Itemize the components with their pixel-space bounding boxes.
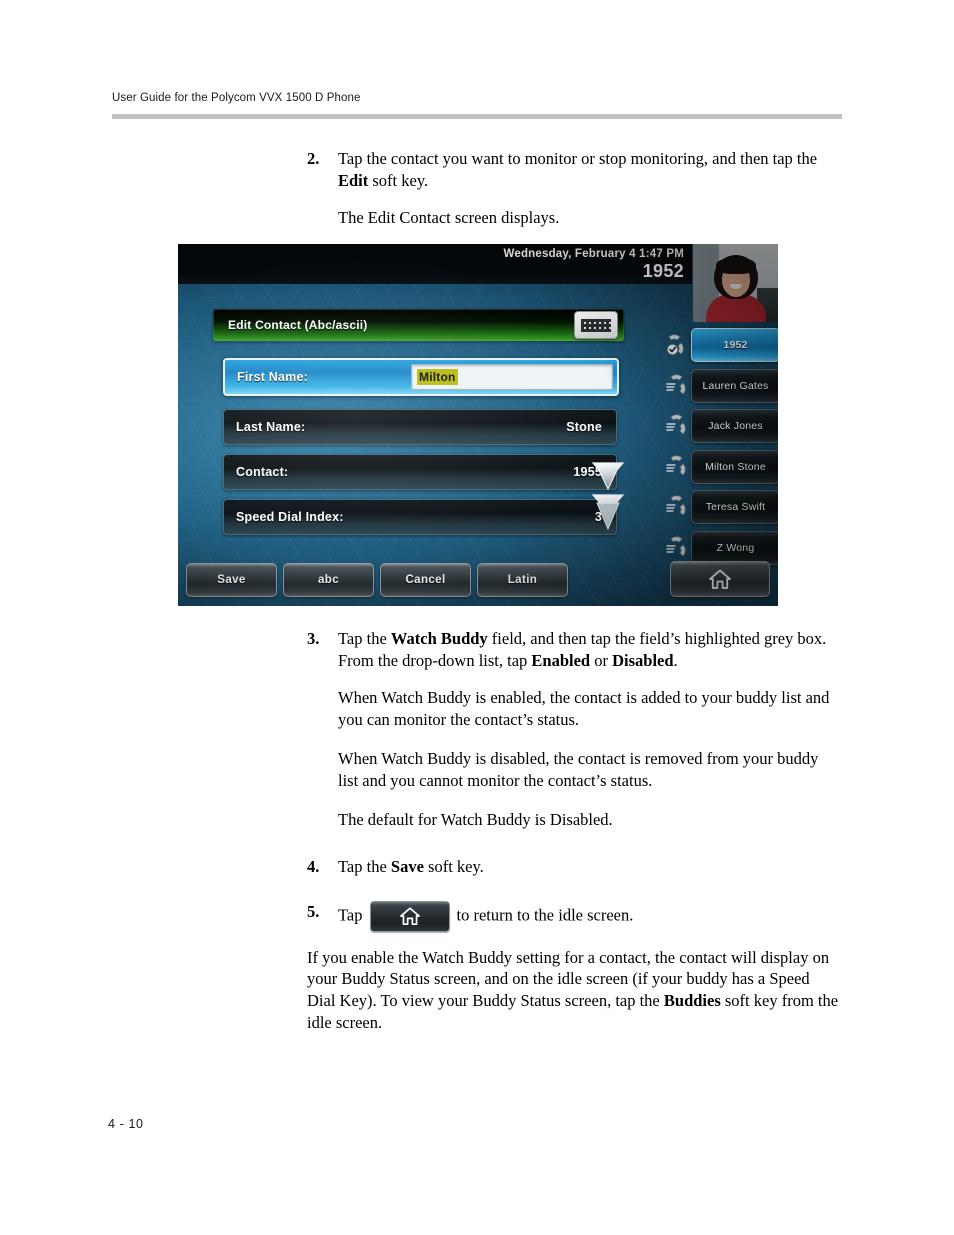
step-3-text-1: Tap the bbox=[338, 629, 391, 648]
step-4-number: 4. bbox=[307, 856, 320, 876]
handset-icon bbox=[666, 535, 686, 556]
self-view-video-thumbnail[interactable] bbox=[692, 244, 778, 322]
page-footer-number: 4 - 10 bbox=[108, 1117, 144, 1131]
status-extension: 1952 bbox=[642, 261, 684, 281]
step-3-number: 3. bbox=[307, 629, 320, 648]
field-first-name-label: First Name: bbox=[237, 370, 308, 384]
running-header: User Guide for the Polycom VVX 1500 D Ph… bbox=[112, 92, 842, 104]
soft-key-save[interactable]: Save bbox=[186, 563, 277, 597]
step-3-para-3: The default for Watch Buddy is Disabled. bbox=[338, 809, 613, 829]
step-2-body: Tap the contact you want to monitor or s… bbox=[338, 148, 842, 192]
soft-key-abc[interactable]: abc bbox=[283, 563, 374, 597]
status-date-time: Wednesday, February 4 1:47 PM bbox=[503, 248, 684, 260]
video-person-bangs bbox=[716, 257, 756, 274]
speed-dial-key-jack-jones[interactable]: Jack Jones bbox=[691, 409, 778, 443]
field-last-name-label: Last Name: bbox=[236, 420, 306, 434]
handset-icon bbox=[666, 414, 686, 435]
running-header-text: User Guide for the Polycom VVX 1500 D Ph… bbox=[112, 92, 361, 104]
speed-dial-key-lauren-gates[interactable]: Lauren Gates bbox=[691, 368, 778, 403]
inline-home-key-graphic bbox=[369, 900, 450, 932]
step-5-text-1: Tap bbox=[338, 904, 363, 924]
soft-key-label: Latin bbox=[507, 574, 538, 586]
speed-dial-label: Milton Stone bbox=[705, 460, 766, 473]
step-3-para-2: When Watch Buddy is disabled, the contac… bbox=[338, 748, 819, 790]
handset-icon bbox=[666, 495, 686, 516]
phone-status-bar: Wednesday, February 4 1:47 PM 1952 bbox=[178, 244, 693, 284]
page-content: 2. Tap the contact you want to monitor o… bbox=[307, 148, 842, 237]
soft-key-latin[interactable]: Latin bbox=[477, 563, 568, 597]
soft-key-bar: Save abc Cancel Latin bbox=[186, 563, 568, 597]
step-4-bold-save: Save bbox=[390, 856, 424, 876]
speed-dial-key-z-wong[interactable]: Z Wong bbox=[691, 530, 778, 565]
step-3-para-1: When Watch Buddy is enabled, the contact… bbox=[338, 687, 830, 729]
step-5-number: 5. bbox=[307, 901, 320, 921]
step-5: 5. Tap to return to the idle screen. bbox=[307, 900, 842, 932]
handset-icon bbox=[666, 454, 686, 475]
field-contact-label: Contact: bbox=[236, 465, 289, 479]
speed-dial-buddy-list: 1952 Lauren Gates Jack Jones Milton Ston… bbox=[663, 326, 778, 569]
step-2-text-2: soft key. bbox=[368, 170, 429, 190]
step-4: 4. Tap the Save soft key. bbox=[307, 856, 842, 878]
page-content-lower: 3. Tap the Watch Buddy field, and then t… bbox=[307, 628, 842, 1042]
keyboard-icon[interactable] bbox=[574, 311, 618, 339]
home-icon bbox=[709, 569, 731, 589]
closing-bold-buddies: Buddies bbox=[663, 991, 721, 1011]
field-last-name[interactable]: Last Name: Stone bbox=[223, 409, 617, 445]
step-3-text-3: or bbox=[590, 650, 613, 670]
step-4-text-1: Tap the bbox=[338, 856, 391, 876]
field-last-name-value: Stone bbox=[566, 420, 602, 434]
step-3-bold-watch-buddy: Watch Buddy bbox=[390, 629, 488, 648]
edit-contact-title-bar: Edit Contact (Abc/ascii) bbox=[213, 309, 624, 341]
field-first-name-value: Milton bbox=[417, 369, 458, 385]
soft-key-label: Save bbox=[217, 574, 246, 586]
speed-dial-label: Teresa Swift bbox=[705, 501, 766, 513]
scroll-down-arrows-glyph bbox=[591, 462, 625, 531]
step-2-text-1: Tap the contact you want to monitor or s… bbox=[338, 149, 818, 168]
step-2-bold-edit: Edit bbox=[338, 170, 369, 190]
step-4-text-2: soft key. bbox=[423, 856, 484, 876]
step-5-text-2: to return to the idle screen. bbox=[456, 904, 634, 924]
soft-key-label: Cancel bbox=[405, 574, 446, 586]
step-2: 2. Tap the contact you want to monitor o… bbox=[307, 148, 842, 192]
phone-screenshot: Wednesday, February 4 1:47 PM 1952 Edit … bbox=[178, 244, 778, 606]
step-3-body: Tap the Watch Buddy field, and then tap … bbox=[338, 628, 842, 672]
field-speed-dial-index[interactable]: Speed Dial Index: 3 bbox=[223, 499, 617, 535]
soft-key-label: abc bbox=[317, 574, 340, 586]
step-3-bold-enabled: Enabled bbox=[531, 650, 591, 670]
speed-dial-key-teresa-swift[interactable]: Teresa Swift bbox=[691, 490, 778, 524]
home-icon bbox=[399, 907, 420, 926]
step-3-text-4: . bbox=[673, 650, 678, 670]
step-2-followup: The Edit Contact screen displays. bbox=[338, 207, 560, 227]
header-rule bbox=[112, 114, 842, 119]
speed-dial-key-1952[interactable]: 1952 bbox=[691, 328, 778, 362]
speed-dial-label: Z Wong bbox=[716, 541, 755, 554]
speed-dial-label: Lauren Gates bbox=[702, 379, 769, 392]
edit-contact-title-text: Edit Contact (Abc/ascii) bbox=[228, 318, 368, 332]
step-4-body: Tap the Save soft key. bbox=[338, 856, 842, 878]
step-2-number: 2. bbox=[307, 149, 320, 168]
step-5-body: Tap to return to the idle screen. bbox=[338, 900, 842, 932]
buddy-row: Milton Stone bbox=[663, 448, 778, 489]
step-3-bold-disabled: Disabled bbox=[612, 650, 674, 670]
field-first-name-input[interactable]: Milton bbox=[411, 364, 613, 390]
buddy-row: Lauren Gates bbox=[663, 367, 778, 408]
step-3: 3. Tap the Watch Buddy field, and then t… bbox=[307, 628, 842, 672]
speed-dial-label: Jack Jones bbox=[708, 420, 763, 432]
keyboard-icon-keys bbox=[581, 318, 611, 332]
soft-key-cancel[interactable]: Cancel bbox=[380, 563, 471, 597]
closing-paragraph: If you enable the Watch Buddy setting fo… bbox=[307, 947, 842, 1035]
field-contact[interactable]: Contact: 1955 bbox=[223, 454, 617, 490]
buddy-row: 1952 bbox=[663, 326, 778, 367]
field-speed-dial-index-label: Speed Dial Index: bbox=[236, 510, 344, 524]
scroll-down-arrows[interactable] bbox=[587, 459, 629, 533]
home-key-button[interactable] bbox=[670, 561, 770, 597]
handset-registered-icon bbox=[666, 334, 684, 356]
field-first-name[interactable]: First Name: Milton bbox=[223, 358, 619, 396]
buddy-row: Jack Jones bbox=[663, 407, 778, 448]
speed-dial-label: 1952 bbox=[723, 339, 748, 351]
speed-dial-key-milton-stone[interactable]: Milton Stone bbox=[691, 449, 778, 484]
buddy-row: Teresa Swift bbox=[663, 488, 778, 529]
handset-icon bbox=[666, 373, 686, 394]
